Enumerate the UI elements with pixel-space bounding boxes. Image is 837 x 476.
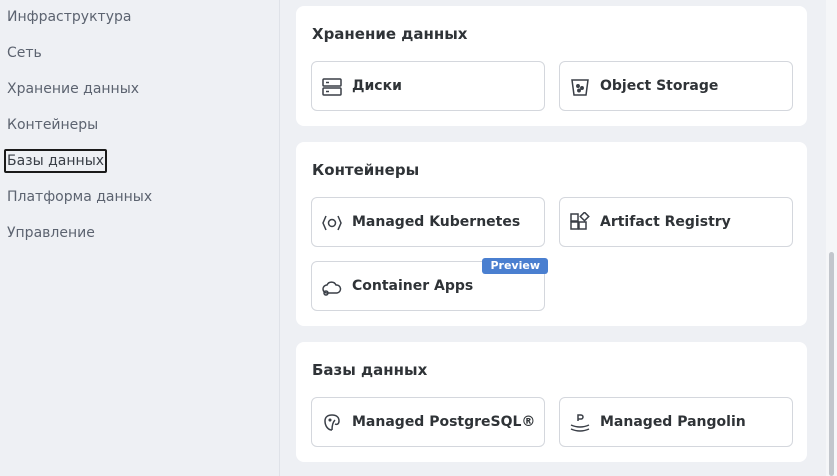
tile-label: Диски: [352, 78, 402, 94]
sidebar-item-data-platform[interactable]: Платформа данных: [7, 187, 152, 207]
sidebar: Инфраструктура Сеть Хранение данных Конт…: [0, 0, 280, 476]
tile-managed-kubernetes[interactable]: Managed Kubernetes: [311, 197, 545, 247]
tile-container-apps[interactable]: Container Apps Preview: [311, 258, 548, 311]
main-content: Хранение данных Диски Object Storage Кон…: [281, 0, 826, 476]
tile-managed-pangolin[interactable]: Managed Pangolin: [559, 397, 793, 447]
postgresql-icon: [321, 412, 343, 434]
section-storage: Хранение данных Диски Object Storage: [296, 6, 807, 126]
sidebar-item-infrastructure[interactable]: Инфраструктура: [7, 7, 131, 27]
preview-badge: Preview: [482, 258, 548, 274]
tile-object-storage[interactable]: Object Storage: [559, 61, 793, 111]
tile-label: Object Storage: [600, 78, 719, 94]
disks-icon: [321, 76, 343, 98]
sidebar-item-network[interactable]: Сеть: [7, 43, 42, 63]
scrollbar[interactable]: [826, 0, 837, 476]
tile-artifact-registry[interactable]: Artifact Registry: [559, 197, 793, 247]
sidebar-item-containers[interactable]: Контейнеры: [7, 115, 98, 135]
tile-label: Managed Pangolin: [600, 414, 746, 430]
registry-icon: [569, 212, 591, 234]
tile-label: Managed Kubernetes: [352, 214, 521, 230]
tile-disks[interactable]: Диски: [311, 61, 545, 111]
tile-label: Managed PostgreSQL®: [352, 414, 536, 430]
section-title: Хранение данных: [312, 25, 468, 43]
tile-label: Container Apps: [352, 278, 474, 294]
cloud-apps-icon: [321, 276, 343, 298]
section-title: Базы данных: [312, 361, 428, 379]
kubernetes-icon: [321, 212, 343, 234]
tile-managed-postgresql[interactable]: Managed PostgreSQL®: [311, 397, 545, 447]
pangolin-icon: [569, 412, 591, 434]
section-databases: Базы данных Managed PostgreSQL® Managed …: [296, 342, 807, 462]
sidebar-item-storage[interactable]: Хранение данных: [7, 79, 139, 99]
sidebar-item-management[interactable]: Управление: [7, 223, 95, 243]
scrollbar-thumb[interactable]: [829, 252, 834, 476]
tile-label: Artifact Registry: [600, 214, 731, 230]
sidebar-item-databases[interactable]: Базы данных: [4, 149, 108, 173]
bucket-icon: [569, 76, 591, 98]
section-containers: Контейнеры Managed Kubernetes Artifact R…: [296, 142, 807, 326]
section-title: Контейнеры: [312, 161, 420, 179]
